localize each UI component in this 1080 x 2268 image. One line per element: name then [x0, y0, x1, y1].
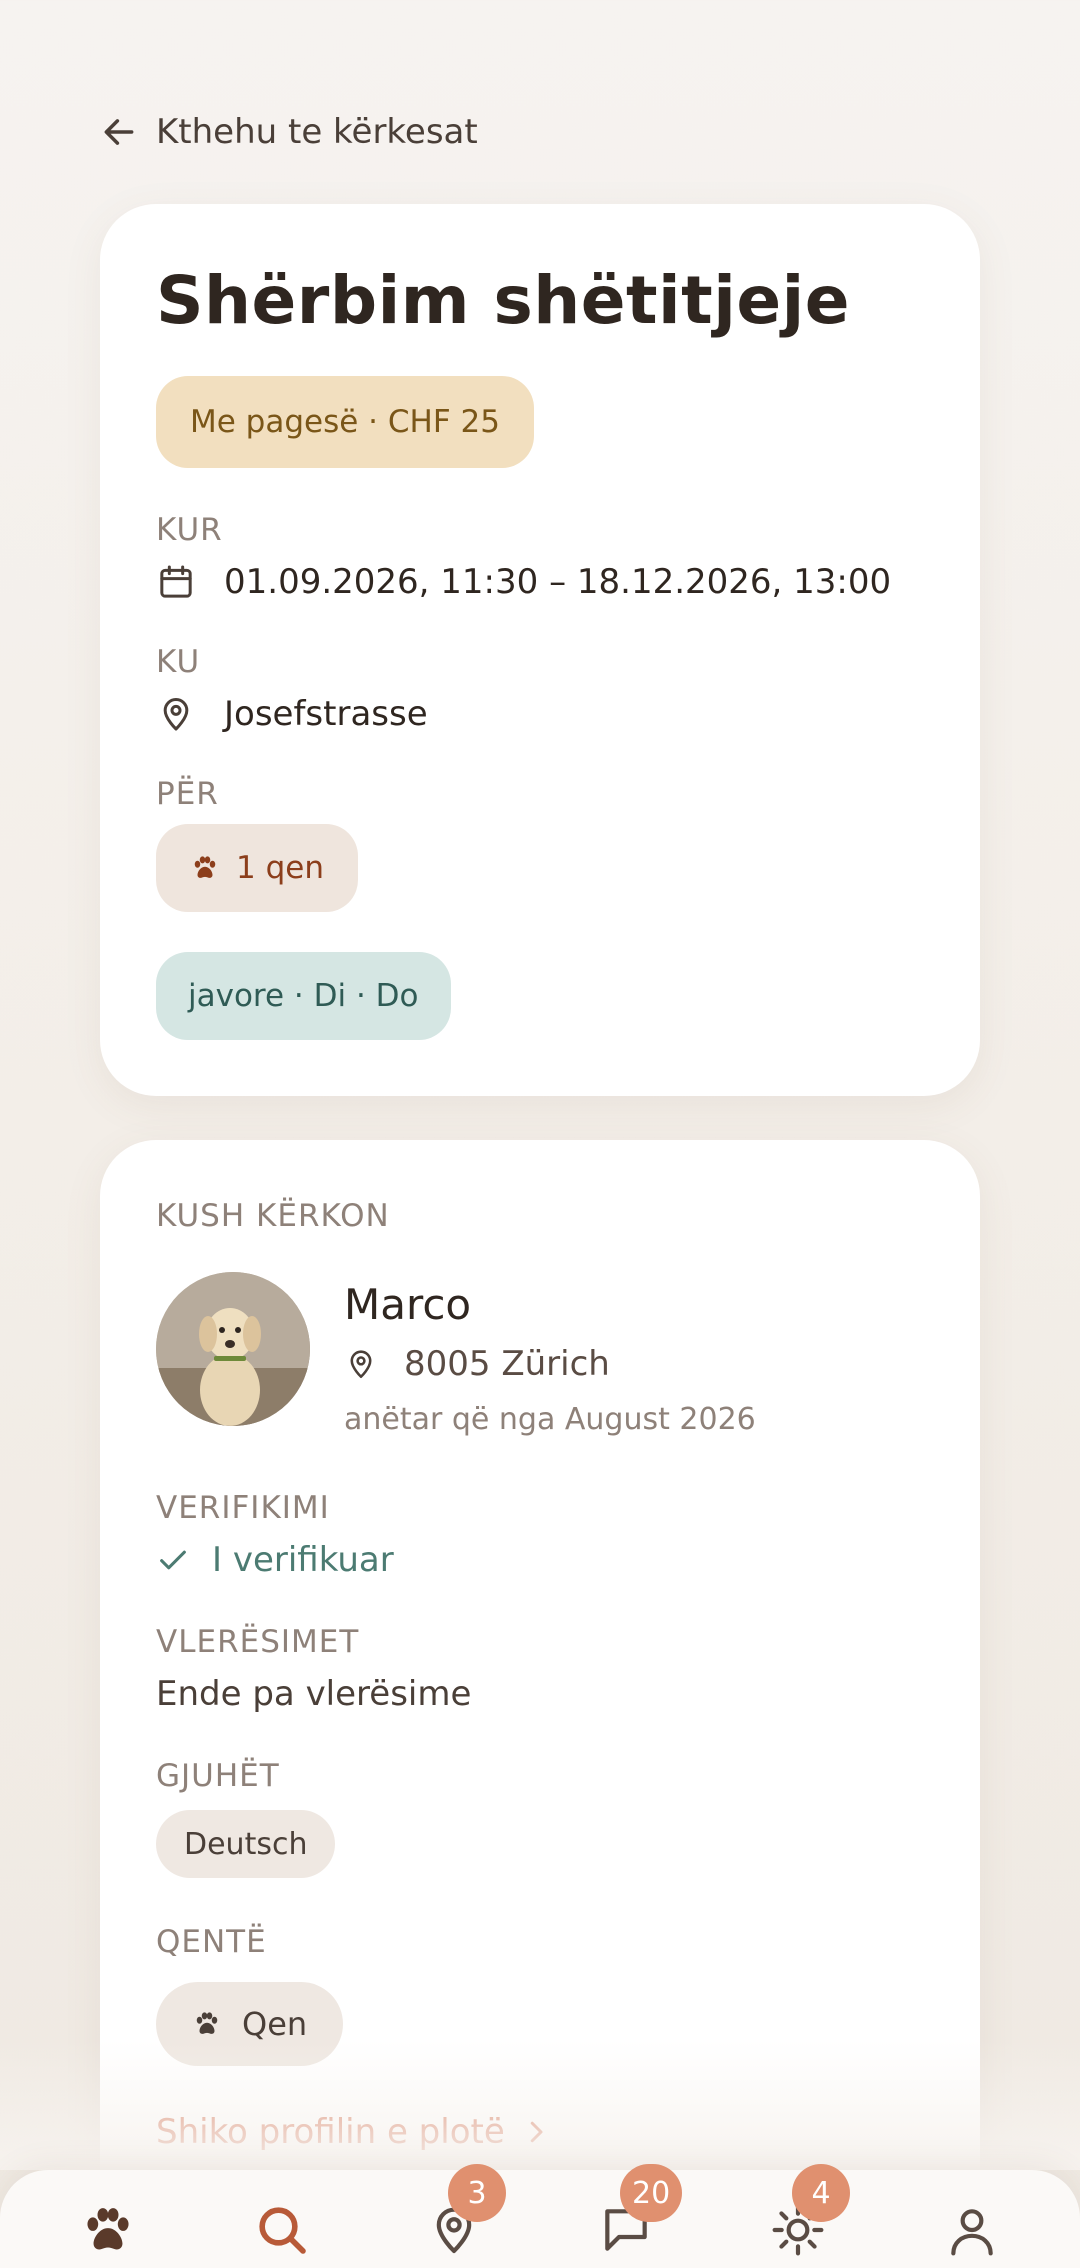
map-badge: 3 — [448, 2164, 506, 2222]
verification-label: VERIFIKIMI — [156, 1490, 330, 1526]
dog-count-badge: 1 qen — [156, 824, 358, 912]
requester-name: Marco — [344, 1280, 472, 1329]
nav-activity[interactable]: 4 — [762, 2164, 850, 2266]
nav-search[interactable] — [246, 2194, 318, 2266]
view-full-profile-link[interactable]: Shiko profilin e plotë — [156, 2112, 551, 2152]
page-title: Shërbim shëtitjeje — [156, 262, 850, 339]
search-icon — [259, 2207, 306, 2254]
when-row: 01.09.2026, 11:30 – 18.12.2026, 13:00 — [156, 562, 891, 602]
verification-value: I verifikuar — [212, 1540, 394, 1580]
calendar-icon — [160, 565, 192, 598]
profile-link-label: Shiko profilin e plotë — [156, 2112, 505, 2152]
nav-messages[interactable]: 20 — [590, 2164, 683, 2266]
member-since: anëtar që nga August 2026 — [344, 1402, 756, 1437]
back-link[interactable]: Kthehu te kërkesat — [100, 112, 478, 152]
chevron-right-icon — [530, 2121, 543, 2143]
frequency-badge: javore · Di · Do — [156, 952, 451, 1040]
nav-profile[interactable] — [936, 2194, 1008, 2266]
ratings-label: VLERËSIMET — [156, 1624, 360, 1660]
where-value: Josefstrasse — [224, 694, 428, 734]
check-icon — [160, 1550, 186, 1570]
when-value: 01.09.2026, 11:30 – 18.12.2026, 13:00 — [224, 562, 892, 602]
dog-photo — [156, 1272, 310, 1426]
arrow-left-icon — [104, 119, 134, 145]
requester-location: 8005 Zürich — [404, 1344, 610, 1384]
activity-badge: 4 — [792, 2164, 850, 2222]
requester-card: KUSH KËRKON Marco 8005 Zürich anëtar që … — [100, 1140, 980, 2268]
location-pin-icon — [163, 698, 189, 731]
where-row: Josefstrasse — [156, 694, 428, 734]
requester-location-row: 8005 Zürich — [344, 1344, 610, 1384]
back-link-label: Kthehu te kërkesat — [156, 112, 478, 152]
bottom-nav: 3 20 4 — [0, 2164, 1080, 2268]
when-label: KUR — [156, 512, 223, 548]
request-card: Shërbim shëtitjeje Me pagesë · CHF 25 KU… — [100, 204, 980, 1096]
profile-icon — [951, 2209, 993, 2256]
paw-icon — [196, 2012, 218, 2034]
requester-section-label: KUSH KËRKON — [156, 1198, 390, 1234]
location-pin-icon — [350, 1350, 372, 1379]
language-chip: Deutsch — [156, 1810, 336, 1878]
messages-badge: 20 — [620, 2164, 683, 2222]
nav-map[interactable]: 3 — [418, 2164, 506, 2266]
dogs-label: QENTË — [156, 1924, 267, 1960]
ratings-value: Ende pa vlerësime — [156, 1674, 472, 1714]
dog-chip-label: Qen — [242, 2005, 308, 2043]
paw-icon — [87, 2208, 129, 2250]
dog-chip: Qen — [156, 1982, 344, 2066]
languages-label: GJUHËT — [156, 1758, 280, 1794]
nav-home[interactable] — [72, 2194, 144, 2266]
verification-status: I verifikuar — [156, 1540, 394, 1580]
avatar[interactable] — [156, 1272, 310, 1426]
where-label: KU — [156, 644, 201, 680]
price-badge: Me pagesë · CHF 25 — [156, 376, 534, 468]
paw-icon — [194, 856, 216, 878]
dog-count-label: 1 qen — [236, 850, 324, 886]
for-label: PËR — [156, 776, 219, 812]
